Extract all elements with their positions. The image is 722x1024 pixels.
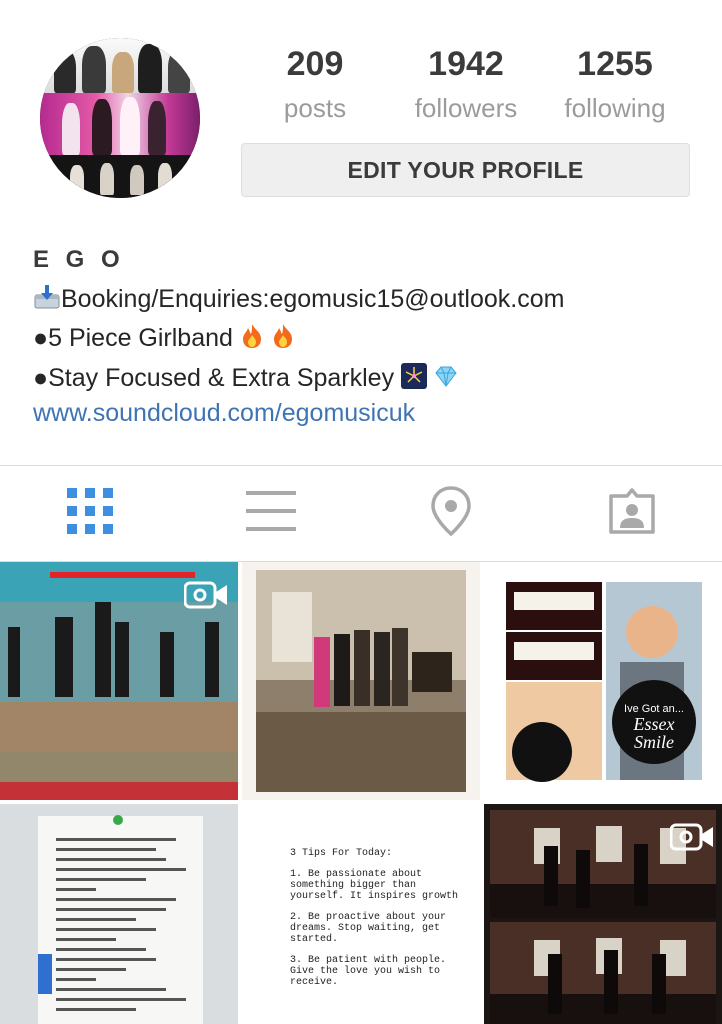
inbox-tray-icon [33, 283, 61, 318]
post-tile-rehearsal-video[interactable] [484, 804, 722, 1024]
post-image-group-studio [242, 562, 480, 800]
following-label[interactable]: following [535, 93, 695, 124]
profile-avatar[interactable] [40, 38, 200, 198]
fireworks-icon [401, 363, 428, 396]
list-icon [246, 489, 296, 538]
posts-count: 209 [286, 45, 344, 83]
post-tile-poem[interactable] [0, 804, 238, 1024]
tip-2: 2. Be proactive about your dreams. Stop … [290, 912, 447, 945]
tab-tagged[interactable] [542, 466, 722, 561]
tips-text-block: 3 Tips For Today: 1. Be passionate about… [290, 848, 460, 988]
location-pin-icon [430, 486, 472, 541]
tab-location[interactable] [361, 466, 541, 561]
fire-icon-2 [271, 323, 295, 356]
post-tile-tips[interactable]: 3 Tips For Today: 1. Be passionate about… [242, 804, 480, 1024]
bio-girlband-text: ●5 Piece Girlband [33, 324, 233, 353]
bio-line-girlband: ●5 Piece Girlband [33, 323, 295, 356]
post-tile-dance-video[interactable] [0, 562, 238, 800]
bio-website-link[interactable]: www.soundcloud.com/egomusicuk [33, 399, 415, 428]
tab-list[interactable] [181, 466, 361, 561]
post-tile-essex-smile[interactable]: Ive Got an... Essex Smile [484, 562, 722, 800]
fire-icon [240, 323, 264, 356]
avatar-photo-top [40, 38, 200, 93]
post-image-poem-paper [0, 804, 238, 1024]
posts-label: posts [283, 93, 347, 123]
following-count[interactable]: 1255 [545, 45, 685, 84]
edit-profile-button[interactable]: EDIT YOUR PROFILE [241, 143, 690, 197]
tagged-person-icon [608, 488, 656, 539]
avatar-photo-middle [40, 93, 200, 155]
essex-caption-2: Essex [633, 714, 675, 734]
grid-icon [67, 488, 113, 539]
gem-icon [434, 365, 458, 394]
followers-label[interactable]: followers [386, 93, 546, 124]
video-camera-icon [183, 580, 228, 615]
bio-line-focused: ●Stay Focused & Extra Sparkley [33, 363, 458, 396]
tip-3: 3. Be patient with people. Give the love… [290, 955, 447, 988]
tips-heading: 3 Tips For Today: [290, 848, 393, 859]
bio-focused-text: ●Stay Focused & Extra Sparkley [33, 364, 395, 393]
post-image-essex-smile-collage: Ive Got an... Essex Smile [484, 562, 722, 800]
bio-booking-text: Booking/Enquiries:egomusic15@outlook.com [61, 285, 565, 314]
video-camera-icon-2 [669, 822, 714, 857]
essex-caption-3: Smile [634, 732, 674, 752]
followers-count[interactable]: 1942 [396, 45, 536, 84]
tab-grid[interactable] [0, 466, 180, 561]
tip-1: 1. Be passionate about something bigger … [290, 869, 459, 902]
post-tile-group-studio[interactable] [242, 562, 480, 800]
profile-name: E G O [33, 246, 125, 273]
bio-line-booking: Booking/Enquiries:egomusic15@outlook.com [33, 283, 564, 318]
avatar-photo-bottom [40, 155, 200, 198]
